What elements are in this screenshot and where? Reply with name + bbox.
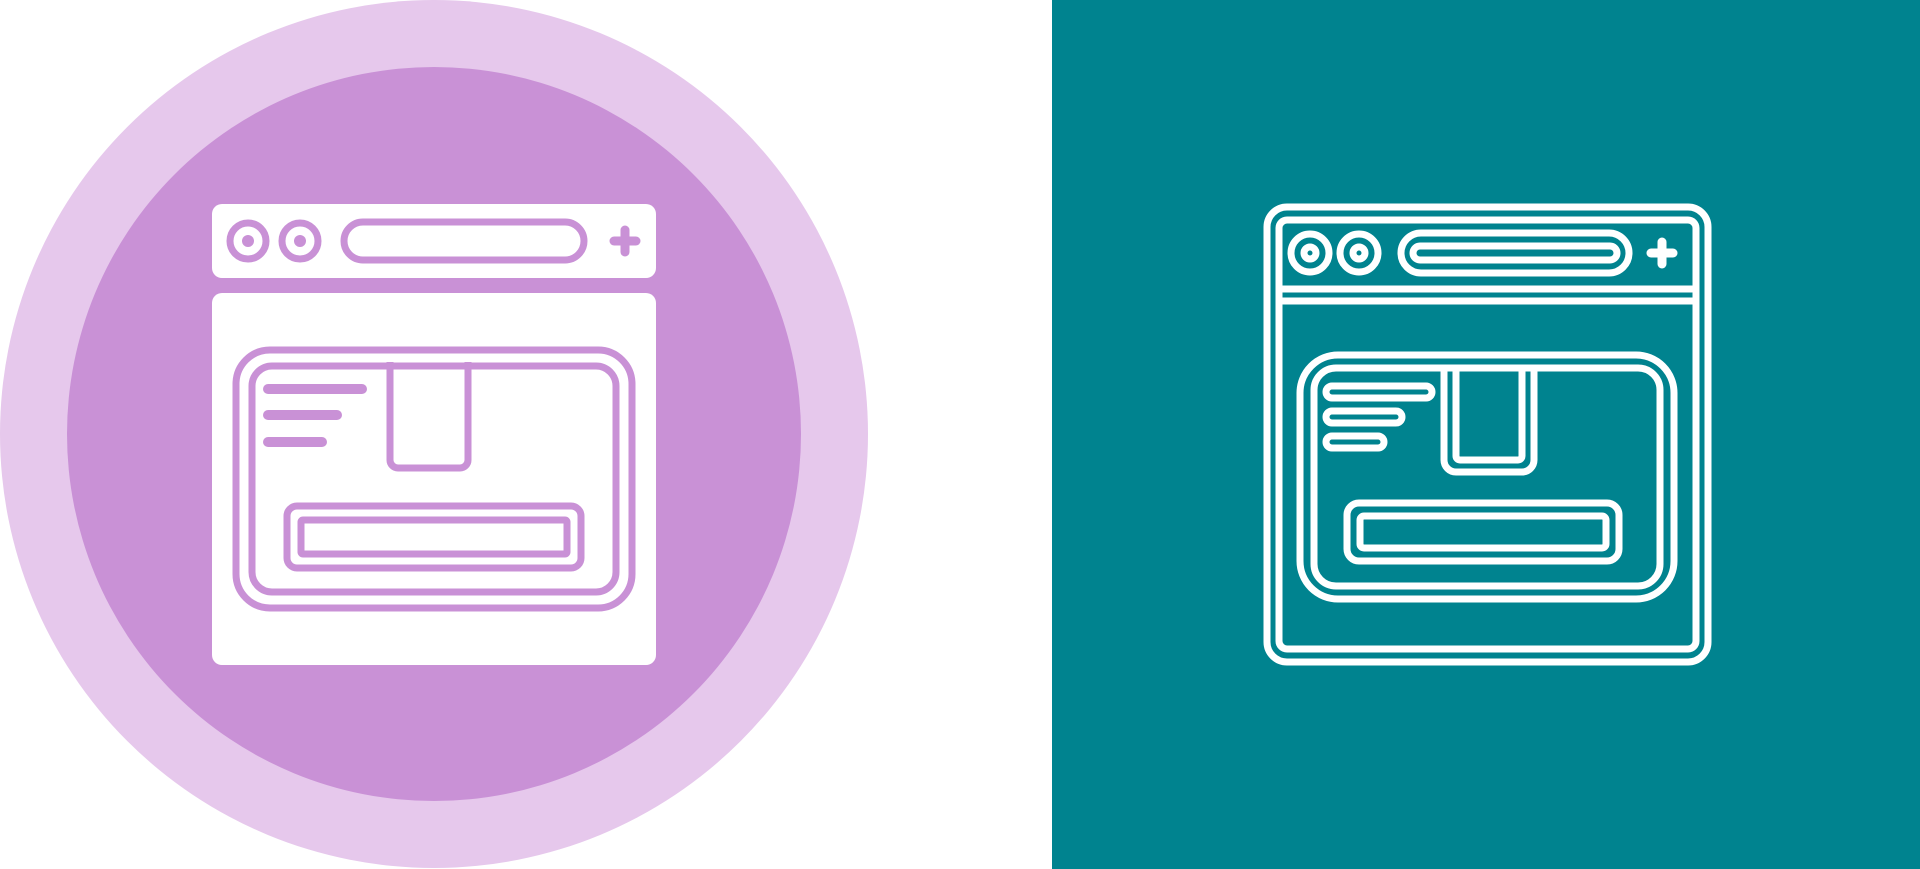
glyph-variant-artwork (0, 0, 868, 868)
window-dot-center (294, 235, 306, 247)
browser-window-package-icon (212, 204, 656, 665)
window-dot-center (242, 235, 254, 247)
line-variant-artwork (1052, 0, 1920, 869)
icon-showcase (0, 0, 1920, 869)
glyph-variant-panel (0, 0, 1052, 869)
line-variant-panel (1052, 0, 1920, 869)
teal-background (1052, 0, 1920, 869)
